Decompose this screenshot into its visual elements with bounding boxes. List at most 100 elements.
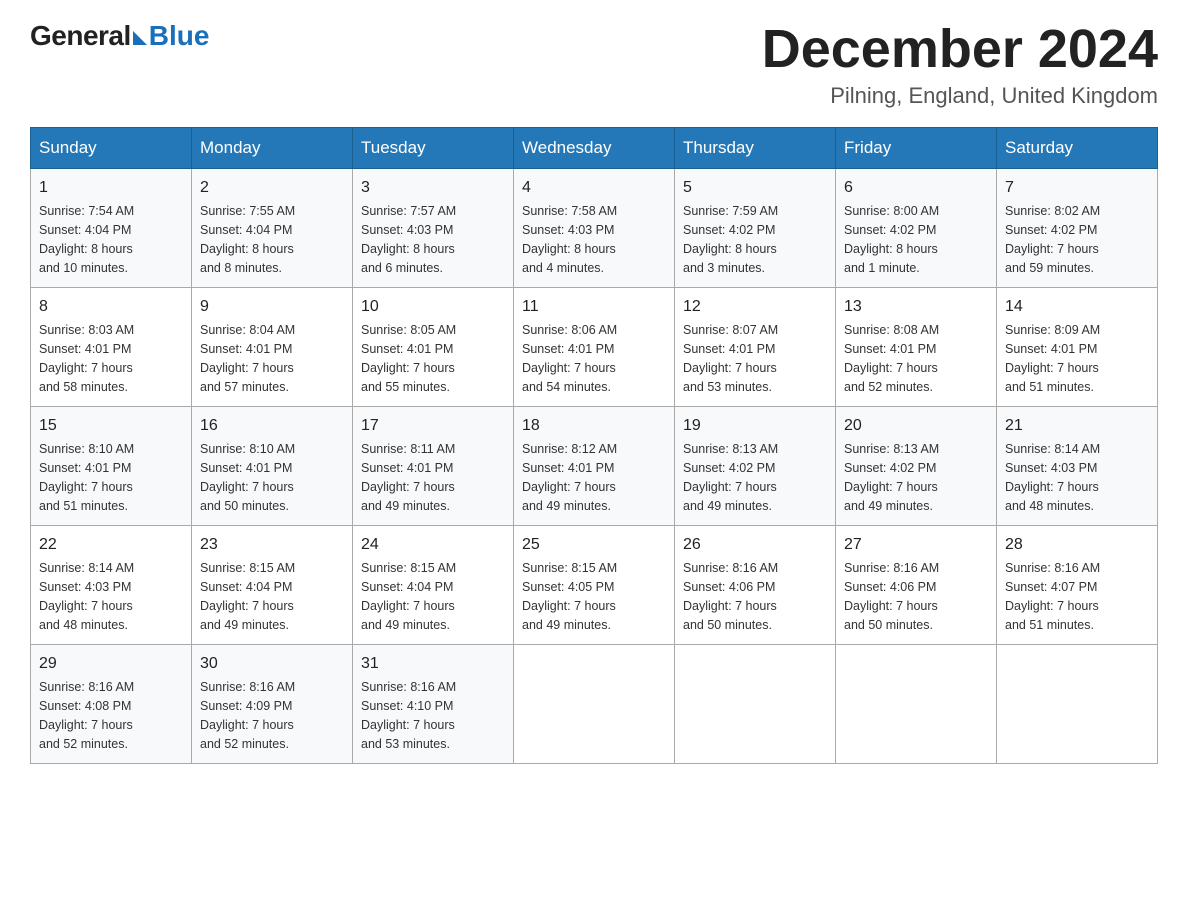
day-info: Sunrise: 8:05 AM Sunset: 4:01 PM Dayligh… <box>361 321 505 396</box>
calendar-cell: 10Sunrise: 8:05 AM Sunset: 4:01 PM Dayli… <box>353 288 514 407</box>
day-number: 24 <box>361 533 505 557</box>
day-info: Sunrise: 8:13 AM Sunset: 4:02 PM Dayligh… <box>683 440 827 515</box>
logo-triangle-icon <box>133 31 147 45</box>
calendar-cell: 25Sunrise: 8:15 AM Sunset: 4:05 PM Dayli… <box>514 526 675 645</box>
calendar-cell: 3Sunrise: 7:57 AM Sunset: 4:03 PM Daylig… <box>353 169 514 288</box>
calendar-week-row: 22Sunrise: 8:14 AM Sunset: 4:03 PM Dayli… <box>31 526 1158 645</box>
day-number: 19 <box>683 414 827 438</box>
calendar-cell <box>997 645 1158 764</box>
day-info: Sunrise: 7:59 AM Sunset: 4:02 PM Dayligh… <box>683 202 827 277</box>
logo-blue-text: Blue <box>149 20 210 52</box>
calendar-cell: 13Sunrise: 8:08 AM Sunset: 4:01 PM Dayli… <box>836 288 997 407</box>
day-number: 11 <box>522 295 666 319</box>
calendar-cell: 31Sunrise: 8:16 AM Sunset: 4:10 PM Dayli… <box>353 645 514 764</box>
calendar-cell: 7Sunrise: 8:02 AM Sunset: 4:02 PM Daylig… <box>997 169 1158 288</box>
logo-general-text: General <box>30 20 131 52</box>
calendar-cell: 21Sunrise: 8:14 AM Sunset: 4:03 PM Dayli… <box>997 407 1158 526</box>
day-info: Sunrise: 8:15 AM Sunset: 4:05 PM Dayligh… <box>522 559 666 634</box>
title-block: December 2024 Pilning, England, United K… <box>762 20 1158 109</box>
day-info: Sunrise: 8:14 AM Sunset: 4:03 PM Dayligh… <box>39 559 183 634</box>
day-number: 29 <box>39 652 183 676</box>
day-number: 2 <box>200 176 344 200</box>
day-info: Sunrise: 7:55 AM Sunset: 4:04 PM Dayligh… <box>200 202 344 277</box>
day-number: 28 <box>1005 533 1149 557</box>
day-number: 8 <box>39 295 183 319</box>
day-number: 10 <box>361 295 505 319</box>
calendar-cell: 16Sunrise: 8:10 AM Sunset: 4:01 PM Dayli… <box>192 407 353 526</box>
day-info: Sunrise: 8:15 AM Sunset: 4:04 PM Dayligh… <box>200 559 344 634</box>
day-number: 14 <box>1005 295 1149 319</box>
day-number: 1 <box>39 176 183 200</box>
logo: General Blue <box>30 20 209 52</box>
calendar-cell: 2Sunrise: 7:55 AM Sunset: 4:04 PM Daylig… <box>192 169 353 288</box>
day-info: Sunrise: 8:10 AM Sunset: 4:01 PM Dayligh… <box>200 440 344 515</box>
calendar-cell: 5Sunrise: 7:59 AM Sunset: 4:02 PM Daylig… <box>675 169 836 288</box>
calendar-cell: 18Sunrise: 8:12 AM Sunset: 4:01 PM Dayli… <box>514 407 675 526</box>
day-number: 26 <box>683 533 827 557</box>
calendar-week-row: 15Sunrise: 8:10 AM Sunset: 4:01 PM Dayli… <box>31 407 1158 526</box>
day-number: 4 <box>522 176 666 200</box>
day-number: 6 <box>844 176 988 200</box>
day-info: Sunrise: 8:06 AM Sunset: 4:01 PM Dayligh… <box>522 321 666 396</box>
day-number: 20 <box>844 414 988 438</box>
day-info: Sunrise: 8:09 AM Sunset: 4:01 PM Dayligh… <box>1005 321 1149 396</box>
location-title: Pilning, England, United Kingdom <box>762 83 1158 109</box>
day-info: Sunrise: 8:16 AM Sunset: 4:07 PM Dayligh… <box>1005 559 1149 634</box>
calendar-cell: 24Sunrise: 8:15 AM Sunset: 4:04 PM Dayli… <box>353 526 514 645</box>
day-info: Sunrise: 8:13 AM Sunset: 4:02 PM Dayligh… <box>844 440 988 515</box>
calendar-cell: 12Sunrise: 8:07 AM Sunset: 4:01 PM Dayli… <box>675 288 836 407</box>
weekday-header: Sunday <box>31 128 192 169</box>
calendar-cell: 27Sunrise: 8:16 AM Sunset: 4:06 PM Dayli… <box>836 526 997 645</box>
day-number: 17 <box>361 414 505 438</box>
day-number: 5 <box>683 176 827 200</box>
day-info: Sunrise: 8:16 AM Sunset: 4:06 PM Dayligh… <box>683 559 827 634</box>
calendar-cell: 8Sunrise: 8:03 AM Sunset: 4:01 PM Daylig… <box>31 288 192 407</box>
weekday-header: Friday <box>836 128 997 169</box>
calendar-cell: 26Sunrise: 8:16 AM Sunset: 4:06 PM Dayli… <box>675 526 836 645</box>
calendar-cell: 19Sunrise: 8:13 AM Sunset: 4:02 PM Dayli… <box>675 407 836 526</box>
day-info: Sunrise: 8:02 AM Sunset: 4:02 PM Dayligh… <box>1005 202 1149 277</box>
calendar-cell: 23Sunrise: 8:15 AM Sunset: 4:04 PM Dayli… <box>192 526 353 645</box>
day-number: 13 <box>844 295 988 319</box>
calendar-week-row: 1Sunrise: 7:54 AM Sunset: 4:04 PM Daylig… <box>31 169 1158 288</box>
calendar-cell: 20Sunrise: 8:13 AM Sunset: 4:02 PM Dayli… <box>836 407 997 526</box>
day-number: 3 <box>361 176 505 200</box>
day-number: 18 <box>522 414 666 438</box>
calendar-cell: 9Sunrise: 8:04 AM Sunset: 4:01 PM Daylig… <box>192 288 353 407</box>
day-number: 25 <box>522 533 666 557</box>
day-info: Sunrise: 8:10 AM Sunset: 4:01 PM Dayligh… <box>39 440 183 515</box>
calendar-cell: 30Sunrise: 8:16 AM Sunset: 4:09 PM Dayli… <box>192 645 353 764</box>
calendar-cell: 28Sunrise: 8:16 AM Sunset: 4:07 PM Dayli… <box>997 526 1158 645</box>
day-number: 15 <box>39 414 183 438</box>
day-info: Sunrise: 8:16 AM Sunset: 4:08 PM Dayligh… <box>39 678 183 753</box>
day-info: Sunrise: 8:16 AM Sunset: 4:10 PM Dayligh… <box>361 678 505 753</box>
calendar-cell: 14Sunrise: 8:09 AM Sunset: 4:01 PM Dayli… <box>997 288 1158 407</box>
day-number: 30 <box>200 652 344 676</box>
calendar-cell <box>836 645 997 764</box>
day-number: 21 <box>1005 414 1149 438</box>
day-info: Sunrise: 8:12 AM Sunset: 4:01 PM Dayligh… <box>522 440 666 515</box>
calendar-cell: 1Sunrise: 7:54 AM Sunset: 4:04 PM Daylig… <box>31 169 192 288</box>
calendar-cell: 11Sunrise: 8:06 AM Sunset: 4:01 PM Dayli… <box>514 288 675 407</box>
day-info: Sunrise: 8:14 AM Sunset: 4:03 PM Dayligh… <box>1005 440 1149 515</box>
weekday-header: Wednesday <box>514 128 675 169</box>
day-info: Sunrise: 7:58 AM Sunset: 4:03 PM Dayligh… <box>522 202 666 277</box>
weekday-header: Thursday <box>675 128 836 169</box>
day-info: Sunrise: 8:04 AM Sunset: 4:01 PM Dayligh… <box>200 321 344 396</box>
calendar-cell: 29Sunrise: 8:16 AM Sunset: 4:08 PM Dayli… <box>31 645 192 764</box>
calendar-cell: 17Sunrise: 8:11 AM Sunset: 4:01 PM Dayli… <box>353 407 514 526</box>
day-number: 23 <box>200 533 344 557</box>
page-header: General Blue December 2024 Pilning, Engl… <box>30 20 1158 109</box>
day-number: 12 <box>683 295 827 319</box>
day-info: Sunrise: 7:57 AM Sunset: 4:03 PM Dayligh… <box>361 202 505 277</box>
weekday-header: Saturday <box>997 128 1158 169</box>
day-info: Sunrise: 8:16 AM Sunset: 4:06 PM Dayligh… <box>844 559 988 634</box>
calendar-week-row: 29Sunrise: 8:16 AM Sunset: 4:08 PM Dayli… <box>31 645 1158 764</box>
month-title: December 2024 <box>762 20 1158 79</box>
day-info: Sunrise: 8:08 AM Sunset: 4:01 PM Dayligh… <box>844 321 988 396</box>
day-info: Sunrise: 8:00 AM Sunset: 4:02 PM Dayligh… <box>844 202 988 277</box>
day-number: 31 <box>361 652 505 676</box>
calendar-week-row: 8Sunrise: 8:03 AM Sunset: 4:01 PM Daylig… <box>31 288 1158 407</box>
calendar-cell: 22Sunrise: 8:14 AM Sunset: 4:03 PM Dayli… <box>31 526 192 645</box>
day-info: Sunrise: 8:03 AM Sunset: 4:01 PM Dayligh… <box>39 321 183 396</box>
